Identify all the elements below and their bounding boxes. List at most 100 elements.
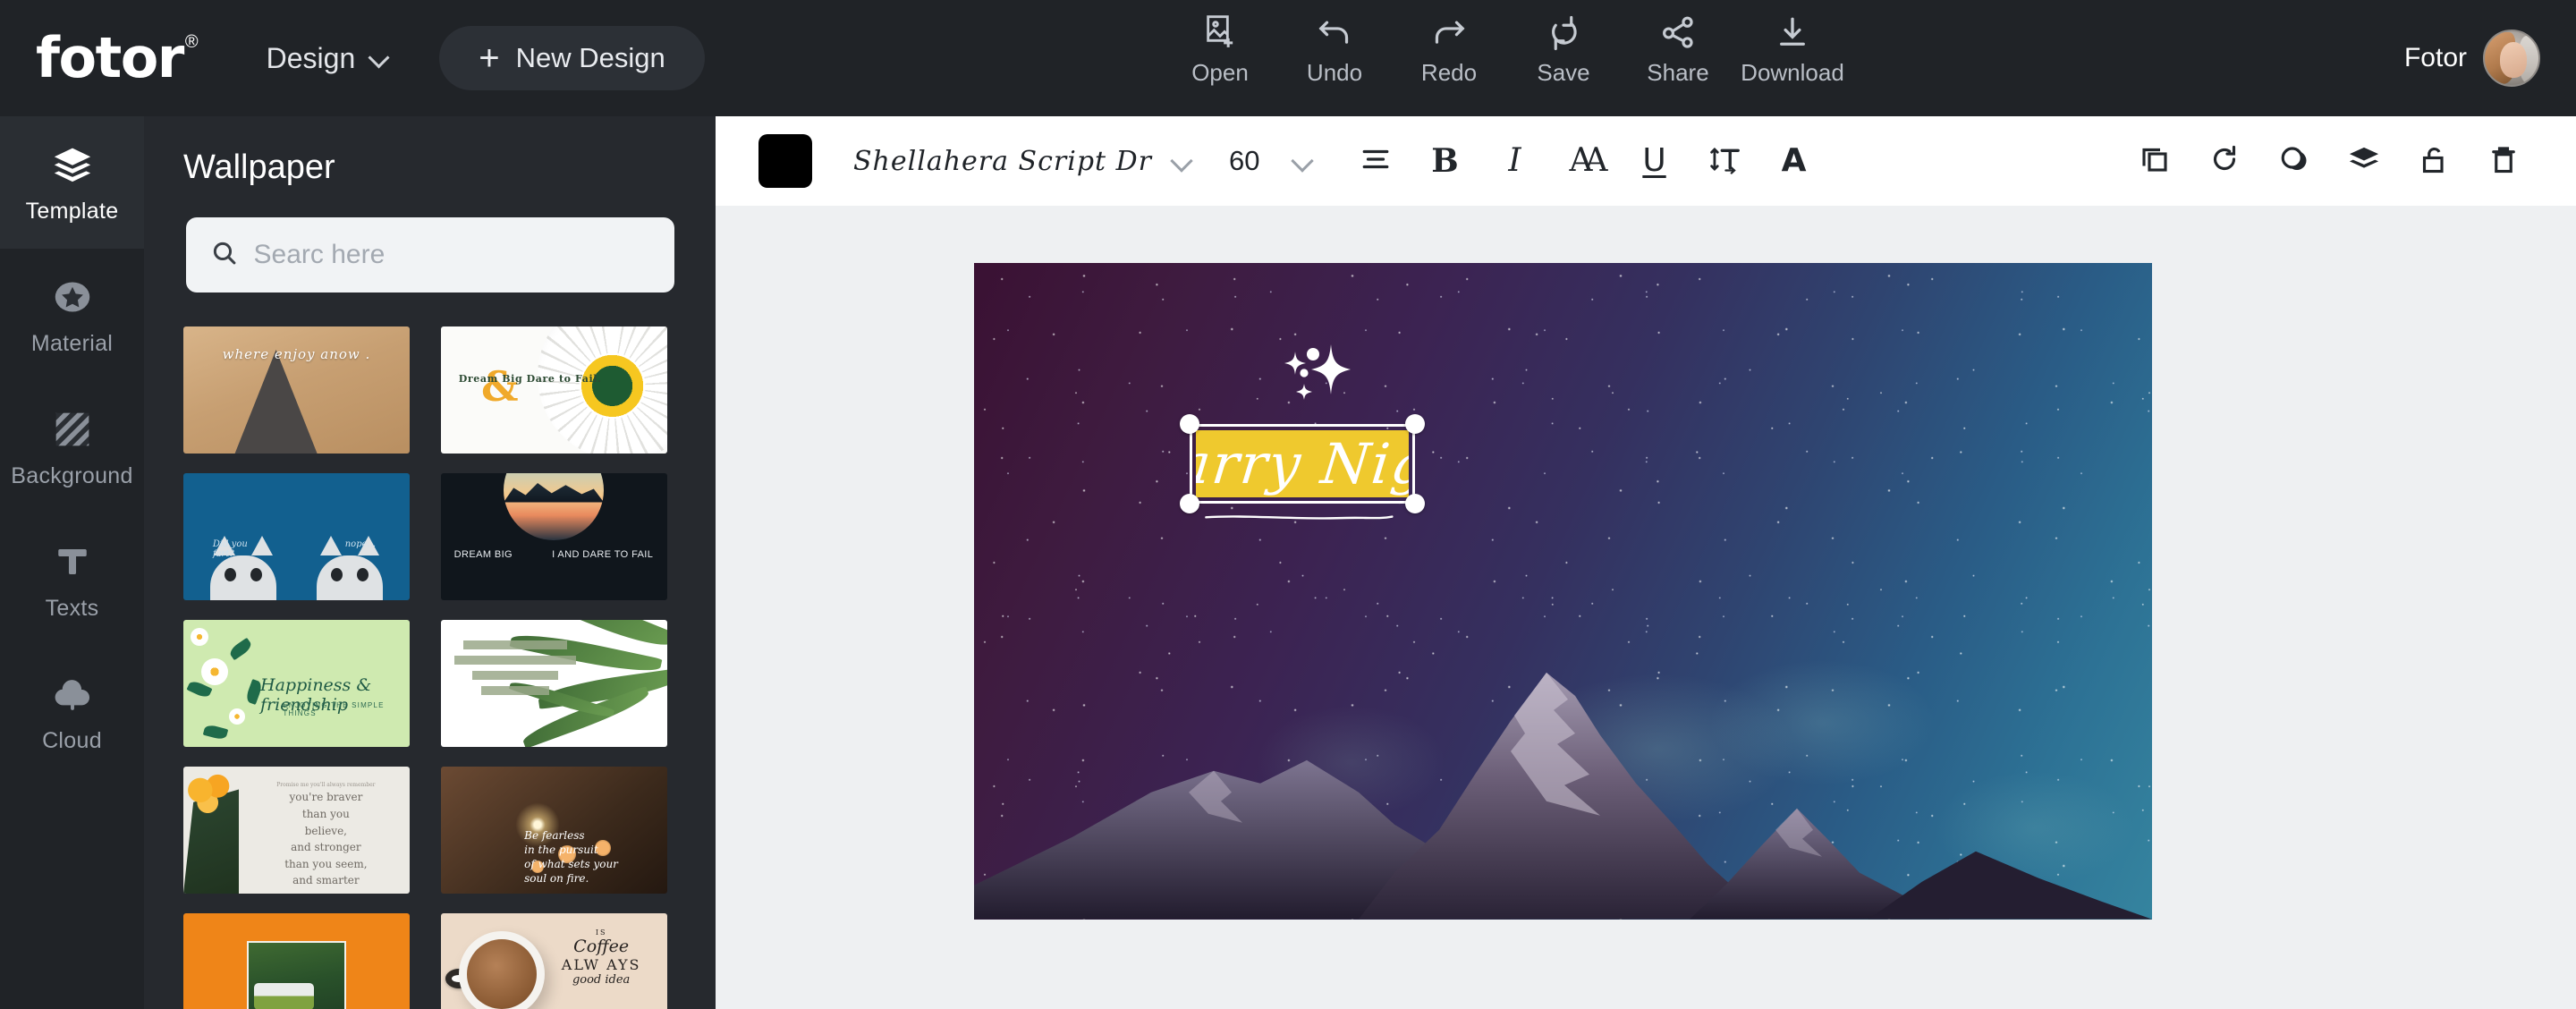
thumbnail-caption: Coffee	[573, 937, 630, 957]
fotor-logo[interactable]: fotor ®	[36, 30, 199, 86]
text-editor-toolbar: Shellahera Script Dr 60 B I AA U A	[716, 116, 2576, 206]
resize-handle-bottom-right[interactable]	[1404, 494, 1425, 514]
share-button[interactable]: Share	[1621, 13, 1735, 87]
thumbnail-subcaption: ENJOYING THE SIMPLE THINGS	[283, 700, 385, 717]
left-rail: Template Material Background Texts Cloud	[0, 116, 144, 1009]
bold-icon: B	[1431, 142, 1459, 180]
unlock-button[interactable]	[2399, 129, 2469, 193]
text-effects-button[interactable]: A	[1759, 129, 1829, 193]
resize-handle-top-left[interactable]	[1180, 413, 1199, 434]
font-size-value: 60	[1229, 145, 1260, 176]
sidebar-item-cloud[interactable]: Cloud	[0, 646, 144, 778]
sidebar-item-label: Background	[11, 462, 133, 488]
template-thumbnail[interactable]: Happiness & friendship ENJOYING THE SIMP…	[183, 620, 410, 747]
new-design-button[interactable]: + New Design	[439, 26, 705, 90]
action-button-group: Open Undo Redo Save Share Download	[1163, 13, 1850, 87]
search-box[interactable]	[185, 217, 674, 293]
marigold-bloom-shape	[185, 774, 235, 815]
redo-arrow-icon	[1429, 13, 1469, 54]
template-thumbnail[interactable]: IS Coffee ALW AYS good idea	[440, 913, 667, 1009]
format-button-group: B I AA U A	[1341, 129, 1829, 193]
undo-button[interactable]: Undo	[1277, 13, 1392, 87]
opacity-button[interactable]	[2259, 129, 2329, 193]
thumbnail-caption: Dream Big Dare to Fail.	[458, 373, 602, 386]
download-label: Download	[1741, 59, 1844, 86]
open-button[interactable]: Open	[1163, 13, 1277, 87]
template-thumbnail[interactable]: Did you fart? nope...	[183, 473, 410, 600]
template-thumbnail-grid: where enjoy anow . & Dream Big Dare to F…	[144, 326, 716, 1009]
canvas-workspace[interactable]: Starry Night	[716, 206, 2576, 1009]
thumbnail-caption-top: Promise me you'll always remember	[276, 782, 376, 789]
delete-button[interactable]	[2469, 129, 2538, 193]
undo-arrow-icon	[1315, 13, 1354, 54]
template-thumbnail[interactable]	[183, 913, 410, 1009]
layers-icon	[51, 141, 94, 188]
page-title: Wallpaper	[183, 148, 335, 186]
align-icon	[1360, 146, 1391, 177]
sidebar-item-label: Template	[25, 198, 119, 224]
sidebar-item-material[interactable]: Material	[0, 249, 144, 381]
design-dropdown[interactable]: Design	[267, 42, 390, 75]
selected-text-element[interactable]: Starry Night	[1180, 413, 1425, 514]
font-family-label: Shellahera Script Dr	[853, 145, 1153, 177]
open-image-icon	[1202, 13, 1238, 54]
bold-button[interactable]: B	[1411, 129, 1480, 193]
layers-order-button[interactable]	[2329, 129, 2399, 193]
template-thumbnail[interactable]: DREAM BIG I AND DARE TO FAIL	[440, 473, 667, 600]
italic-button[interactable]: I	[1480, 129, 1550, 193]
registered-mark-icon: ®	[184, 32, 199, 52]
search-input[interactable]	[253, 240, 649, 270]
unlock-icon	[2419, 143, 2449, 180]
sidebar-item-texts[interactable]: Texts	[0, 513, 144, 646]
underline-icon: U	[1642, 142, 1666, 179]
save-button[interactable]: Save	[1506, 13, 1621, 87]
thumbnail-caption-block: Promise me you'll always remember you're…	[251, 782, 401, 889]
design-dropdown-label: Design	[266, 41, 356, 74]
daisy-petal-lines	[538, 326, 667, 454]
thumbnail-caption: you're braver than you believe, and stro…	[284, 791, 368, 887]
canvas-text: Starry Night	[1196, 431, 1409, 497]
cat-illustration	[316, 535, 383, 600]
rotate-button[interactable]	[2190, 129, 2259, 193]
template-thumbnail[interactable]: Promise me you'll always remember you're…	[183, 767, 410, 894]
redo-button[interactable]: Redo	[1392, 13, 1506, 87]
share-label: Share	[1647, 59, 1709, 86]
star-badge-icon	[52, 274, 93, 320]
line-spacing-button[interactable]	[1690, 129, 1759, 193]
template-thumbnail[interactable]	[440, 620, 667, 747]
text-background-box[interactable]: Starry Night	[1196, 429, 1409, 498]
thumbnail-caption: where enjoy anow .	[222, 345, 371, 362]
chevron-down-icon	[369, 48, 389, 68]
template-thumbnail[interactable]: & Dream Big Dare to Fail.	[440, 326, 667, 454]
sidebar-item-template[interactable]: Template	[0, 116, 144, 249]
user-account[interactable]: Fotor	[2404, 0, 2540, 116]
thumbnail-caption-bottom: good idea	[572, 973, 631, 988]
download-button[interactable]: Download	[1735, 13, 1850, 87]
line-spacing-icon	[1708, 144, 1741, 179]
thumbnail-caption: I AND DARE TO FAIL	[552, 549, 654, 561]
layers-order-icon	[2347, 144, 2381, 179]
sidebar-item-label: Texts	[45, 595, 99, 621]
object-action-group	[2120, 116, 2538, 206]
template-thumbnail[interactable]: Be fearless in the pursuit of what sets …	[440, 767, 667, 894]
font-size-dropdown[interactable]: 60	[1229, 145, 1313, 177]
resize-handle-top-right[interactable]	[1404, 413, 1425, 434]
text-color-swatch[interactable]	[758, 134, 812, 188]
duplicate-button[interactable]	[2120, 129, 2190, 193]
font-family-dropdown[interactable]: Shellahera Script Dr	[853, 146, 1193, 177]
sidebar-item-label: Material	[30, 330, 114, 356]
design-canvas[interactable]: Starry Night	[974, 263, 2152, 920]
thumbnail-caption: Be fearless in the pursuit of what sets …	[524, 828, 618, 886]
brush-underline-decoration	[1205, 515, 1394, 521]
align-button[interactable]	[1341, 129, 1411, 193]
letter-case-button[interactable]: AA	[1550, 129, 1620, 193]
thumbnail-caption: Did you fart?	[212, 538, 248, 559]
avatar-face	[2499, 42, 2527, 78]
thumbnail-caption-row: DREAM BIG I AND DARE TO FAIL	[454, 549, 654, 560]
coffee-cup-shape	[458, 930, 545, 1009]
thumbnail-caption: DREAM BIG	[453, 549, 513, 561]
underline-button[interactable]: U	[1620, 129, 1690, 193]
avatar[interactable]	[2483, 30, 2540, 87]
sidebar-item-background[interactable]: Background	[0, 381, 144, 513]
template-thumbnail[interactable]: where enjoy anow .	[183, 326, 410, 454]
